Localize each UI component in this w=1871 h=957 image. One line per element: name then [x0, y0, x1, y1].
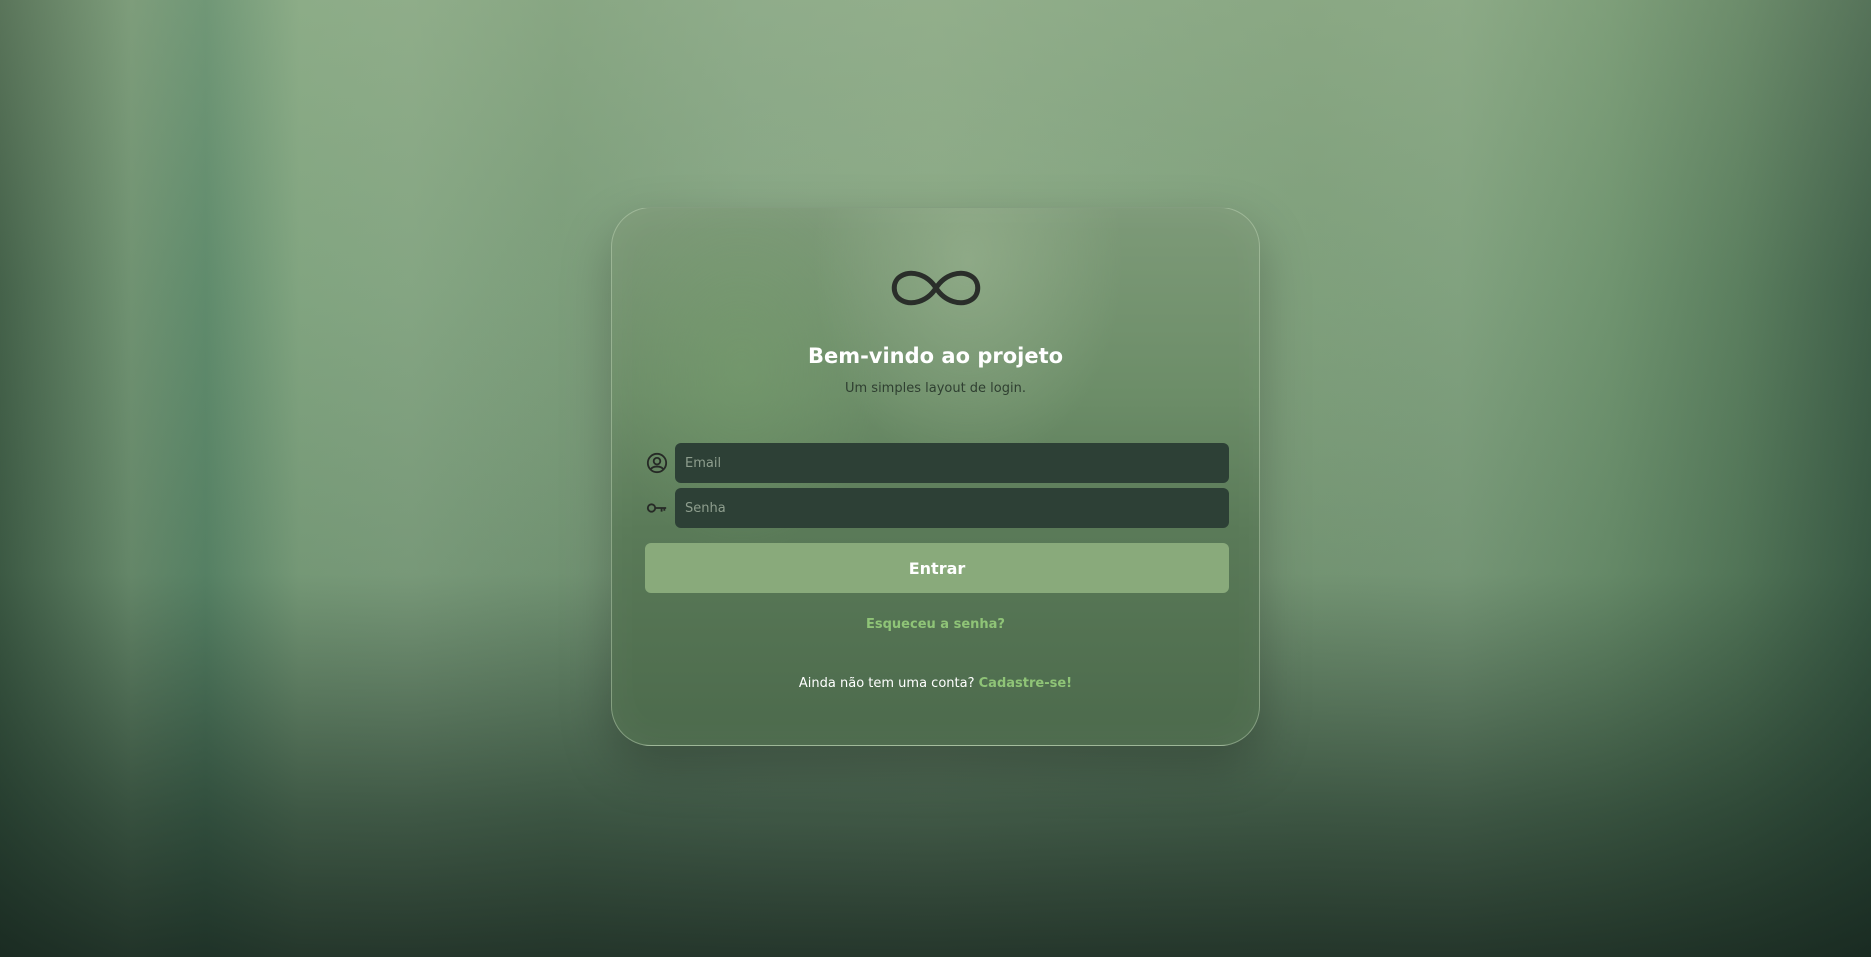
user-circle-icon	[646, 452, 668, 474]
login-card: Bem-vindo ao projeto Um simples layout d…	[611, 207, 1260, 746]
signup-link[interactable]: Cadastre-se!	[979, 676, 1072, 691]
key-icon	[646, 503, 667, 513]
password-row	[645, 488, 1229, 528]
email-field[interactable]	[675, 443, 1229, 483]
forgot-password-link[interactable]: Esqueceu a senha?	[612, 617, 1259, 632]
page-title: Bem-vindo ao projeto	[807, 344, 1064, 368]
page-subtitle: Um simples layout de login.	[844, 381, 1026, 396]
signup-prompt-text: Ainda não tem uma conta?	[798, 676, 975, 691]
signup-prompt: Ainda não tem uma conta? Cadastre-se!	[612, 676, 1259, 691]
infinity-icon	[891, 270, 981, 306]
login-button[interactable]: Entrar	[645, 543, 1229, 593]
email-row	[645, 443, 1229, 483]
password-field[interactable]	[675, 488, 1229, 528]
